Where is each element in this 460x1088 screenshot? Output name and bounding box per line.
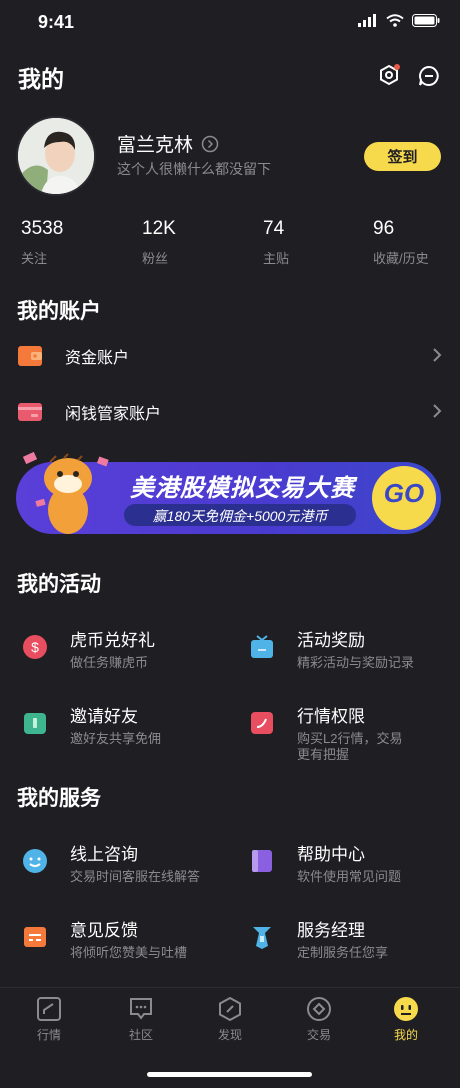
banner-go-button[interactable]: GO: [372, 478, 436, 509]
status-time: 9:41: [38, 12, 75, 32]
tab-community[interactable]: 社区: [111, 996, 171, 1043]
activity-desc: 做任务赚虎币: [70, 655, 149, 670]
avatar[interactable]: [16, 116, 96, 196]
card-icon: [18, 403, 42, 421]
account-row-funds[interactable]: 资金账户: [17, 341, 442, 371]
activity-desc: 购买L2行情，交易更有把握: [297, 731, 403, 762]
coin-icon: $: [23, 635, 47, 659]
manager-icon: [253, 927, 271, 949]
chat-bubble-icon: [419, 65, 439, 86]
community-icon: [130, 998, 152, 1020]
activity-title: 行情权限: [297, 707, 365, 726]
stat-label: 粉丝: [142, 251, 169, 266]
tab-me[interactable]: 我的: [376, 996, 436, 1043]
activity-invite-friends[interactable]: 邀请好友邀好友共享免佣: [22, 702, 222, 747]
discover-icon: [219, 996, 241, 1022]
tab-trade[interactable]: 交易: [289, 996, 349, 1043]
page-title: 我的: [18, 66, 64, 92]
service-desc: 定制服务任您享: [297, 945, 389, 960]
banner-title: 美港股模拟交易大赛: [130, 475, 355, 502]
settings-hex-icon: [380, 64, 400, 86]
invite-icon: [24, 713, 46, 734]
activity-coin-gifts[interactable]: $ 虎币兑好礼做任务赚虎币: [22, 626, 222, 671]
service-feedback[interactable]: 意见反馈将倾听您赞美与吐槽: [22, 916, 242, 961]
trade-icon: [307, 997, 331, 1021]
profile-name-row[interactable]: 富兰克林: [117, 130, 219, 157]
activity-title: 虎币兑好礼: [70, 631, 155, 650]
help-book-icon: [252, 850, 272, 872]
tab-discover[interactable]: 发现: [200, 996, 260, 1043]
profile-bio: 这个人很懒什么都没留下: [117, 161, 271, 177]
smile-icon: [23, 849, 47, 873]
tab-label: 行情: [36, 1028, 61, 1042]
signal-icon: [358, 14, 376, 27]
tab-label: 交易: [306, 1028, 331, 1042]
stat-favorites[interactable]: 96 收藏/历史: [373, 218, 429, 267]
stat-label: 收藏/历史: [373, 251, 429, 266]
stat-value: 74: [263, 218, 285, 239]
battery-icon: [412, 14, 440, 27]
services-title: 我的服务: [17, 787, 101, 810]
message-button[interactable]: [418, 65, 440, 92]
stat-label: 关注: [21, 251, 48, 266]
activity-quote-permission[interactable]: 行情权限购买L2行情，交易更有把握: [249, 702, 419, 763]
quote-icon: [251, 712, 273, 734]
service-desc: 将倾听您赞美与吐槽: [70, 945, 188, 960]
profile-name: 富兰克林: [117, 135, 194, 156]
activity-title: 活动奖励: [297, 631, 365, 650]
accounts-title: 我的账户: [17, 300, 101, 323]
checkin-button[interactable]: 签到: [364, 142, 441, 171]
account-row-idle-cash[interactable]: 闲钱管家账户: [17, 397, 442, 427]
service-online-consult[interactable]: 线上咨询交易时间客服在线解答: [22, 840, 242, 885]
chart-icon: [37, 997, 61, 1021]
chevron-right-icon: [433, 348, 442, 362]
home-indicator[interactable]: [147, 1072, 312, 1077]
avatar-photo-icon: [18, 118, 94, 194]
stat-value: 12K: [142, 218, 176, 239]
stat-value: 96: [373, 218, 395, 239]
service-desc: 交易时间客服在线解答: [70, 869, 201, 884]
service-title: 帮助中心: [297, 845, 365, 864]
tab-label: 发现: [217, 1028, 242, 1042]
tab-label: 我的: [393, 1028, 418, 1042]
account-label: 资金账户: [65, 350, 130, 367]
activity-desc: 邀好友共享免佣: [70, 731, 162, 746]
contest-banner[interactable]: 美港股模拟交易大赛 赢180天免佣金+5000元港币 GO: [16, 448, 441, 538]
chevron-circle-icon: [201, 135, 219, 152]
tab-market[interactable]: 行情: [19, 996, 79, 1043]
banner-subtitle: 赢180天免佣金+5000元港币: [152, 508, 328, 524]
activity-rewards[interactable]: 活动奖励精彩活动与奖励记录: [249, 626, 449, 671]
stat-posts[interactable]: 74 主贴: [263, 218, 289, 267]
stat-value: 3538: [21, 218, 64, 239]
wallet-icon: [18, 346, 42, 366]
tab-label: 社区: [128, 1028, 153, 1042]
service-help-center[interactable]: 帮助中心软件使用常见问题: [249, 840, 449, 885]
service-manager[interactable]: 服务经理定制服务任您享: [249, 916, 449, 961]
activity-title: 邀请好友: [70, 707, 138, 726]
feedback-icon: [24, 927, 46, 947]
activity-desc: 精彩活动与奖励记录: [297, 655, 415, 670]
service-desc: 软件使用常见问题: [297, 869, 402, 884]
settings-button[interactable]: [378, 64, 400, 91]
wifi-icon: [386, 14, 404, 27]
stat-following[interactable]: 3538 关注: [21, 218, 63, 267]
service-title: 意见反馈: [70, 921, 138, 940]
chevron-right-icon: [433, 404, 442, 418]
account-label: 闲钱管家账户: [65, 406, 162, 423]
svg-text:$: $: [31, 639, 39, 655]
me-icon: [394, 997, 418, 1021]
status-icons: [358, 14, 440, 27]
stat-fans[interactable]: 12K 粉丝: [142, 218, 176, 267]
activities-title: 我的活动: [17, 573, 101, 596]
gift-icon: [251, 635, 273, 658]
service-title: 线上咨询: [70, 845, 138, 864]
service-title: 服务经理: [297, 921, 365, 940]
stat-label: 主贴: [263, 251, 290, 266]
